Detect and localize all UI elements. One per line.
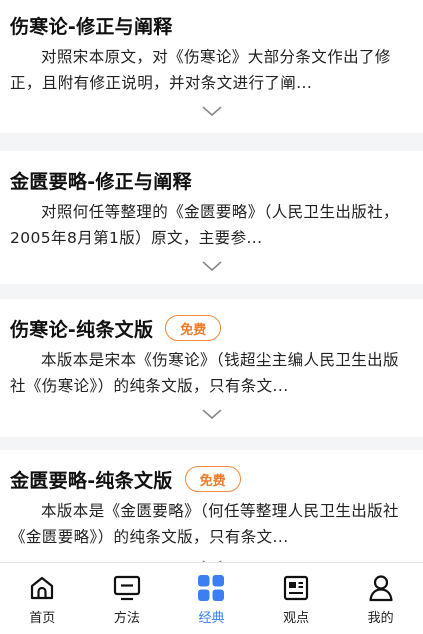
tab-viewpoints[interactable]: 观点 bbox=[260, 563, 332, 626]
expand-button[interactable] bbox=[10, 550, 413, 562]
tab-label: 我的 bbox=[367, 611, 394, 626]
card-title: 金匮要略-纯条文版 bbox=[10, 469, 173, 492]
tab-label: 经典 bbox=[198, 611, 225, 626]
grid-icon bbox=[196, 573, 226, 603]
book-card-shanghan-revised[interactable]: 伤寒论-修正与阐释 对照宋本原文，对《伤寒论》大部分条文作出了修正，且附有修正说… bbox=[0, 0, 423, 133]
card-description: 本版本是宋本《伤寒论》（钱超尘主编人民卫生出版社《伤寒论》）的纯条文版，只有条文… bbox=[10, 351, 399, 395]
tab-label: 方法 bbox=[113, 611, 140, 626]
card-title: 伤寒论-纯条文版 bbox=[10, 318, 154, 341]
book-card-jingui-plain[interactable]: 金匮要略-纯条文版 免费 本版本是《金匮要略》（何任等整理人民卫生出版社《金匮要… bbox=[0, 450, 423, 562]
chevron-down-icon bbox=[201, 261, 222, 272]
tab-home[interactable]: 首页 bbox=[6, 563, 78, 626]
card-title: 伤寒论-修正与阐释 bbox=[10, 15, 173, 38]
tab-classics[interactable]: 经典 bbox=[175, 563, 247, 626]
tab-label: 观点 bbox=[283, 611, 310, 626]
free-badge: 免费 bbox=[165, 315, 222, 341]
tab-profile[interactable]: 我的 bbox=[345, 563, 417, 626]
tab-label: 首页 bbox=[29, 611, 56, 626]
home-icon bbox=[27, 573, 57, 603]
card-description: 对照宋本原文，对《伤寒论》大部分条文作出了修正，且附有修正说明，并对条文进行了阐… bbox=[10, 48, 391, 92]
tab-methods[interactable]: 方法 bbox=[91, 563, 163, 626]
expand-button[interactable] bbox=[10, 96, 413, 126]
card-title-row: 伤寒论-修正与阐释 bbox=[10, 10, 413, 40]
card-title: 金匮要略-修正与阐释 bbox=[10, 170, 192, 193]
user-icon bbox=[366, 573, 396, 603]
book-card-shanghan-plain[interactable]: 伤寒论-纯条文版 免费 本版本是宋本《伤寒论》（钱超尘主编人民卫生出版社《伤寒论… bbox=[0, 299, 423, 437]
free-badge: 免费 bbox=[184, 466, 241, 492]
card-title-row: 金匮要略-纯条文版 免费 bbox=[10, 464, 413, 494]
expand-button[interactable] bbox=[10, 399, 413, 429]
classics-screen: 伤寒论-修正与阐释 对照宋本原文，对《伤寒论》大部分条文作出了修正，且附有修正说… bbox=[0, 0, 423, 634]
card-title-row: 伤寒论-纯条文版 免费 bbox=[10, 313, 413, 343]
id-card-icon bbox=[281, 573, 311, 603]
chevron-down-icon bbox=[201, 106, 222, 117]
book-card-jingui-revised[interactable]: 金匮要略-修正与阐释 对照何任等整理的《金匮要略》（人民卫生出版社，2005年8… bbox=[0, 151, 423, 284]
chevron-down-icon bbox=[201, 409, 222, 420]
monitor-icon bbox=[112, 573, 142, 603]
bottom-tab-bar: 首页 方法 经典 观点 我的 bbox=[0, 562, 423, 634]
card-title-row: 金匮要略-修正与阐释 bbox=[10, 165, 413, 195]
expand-button[interactable] bbox=[10, 251, 413, 281]
card-description: 本版本是《金匮要略》（何任等整理人民卫生出版社《金匮要略》）的纯条文版，只有条文… bbox=[10, 502, 399, 546]
card-description: 对照何任等整理的《金匮要略》（人民卫生出版社，2005年8月第1版）原文，主要参… bbox=[10, 203, 399, 247]
classics-list: 伤寒论-修正与阐释 对照宋本原文，对《伤寒论》大部分条文作出了修正，且附有修正说… bbox=[0, 0, 423, 562]
